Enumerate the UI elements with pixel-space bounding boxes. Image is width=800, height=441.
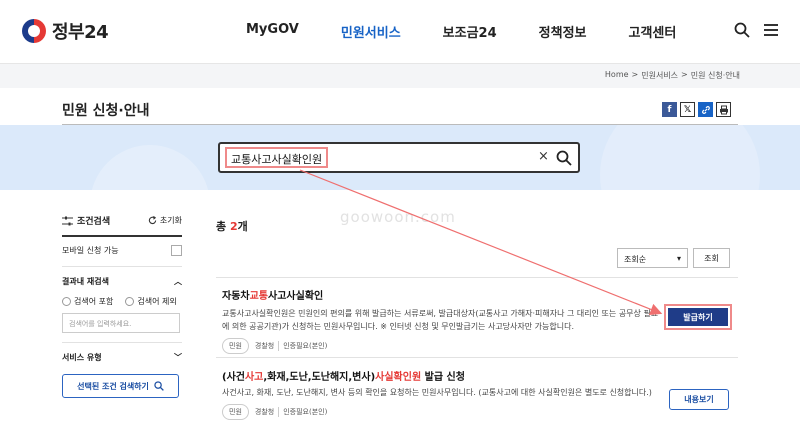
chevron-down-icon: ﹀ bbox=[174, 353, 182, 362]
sort-select[interactable]: 조회순 ▾ bbox=[617, 248, 688, 268]
tag-type: 민원 bbox=[222, 338, 249, 354]
nav-item-subsidy24[interactable]: 보조금24 bbox=[443, 22, 497, 41]
facebook-icon[interactable]: f bbox=[662, 102, 677, 117]
nav-item-policy-info[interactable]: 정책정보 bbox=[539, 22, 587, 41]
title-highlight: 사고 bbox=[244, 372, 264, 383]
view-details-button[interactable]: 내용보기 bbox=[669, 389, 729, 410]
band-decoration bbox=[600, 125, 760, 190]
count-prefix: 총 bbox=[216, 220, 230, 233]
filter-sliders-icon bbox=[62, 216, 73, 225]
refine-options: 검색어 포함 검색어 제외 bbox=[62, 296, 182, 307]
title-part: 자동차 bbox=[222, 291, 250, 302]
tag-auth: 인증필요(본인) bbox=[283, 408, 328, 416]
service-type-title: 서비스 유형 bbox=[62, 353, 102, 362]
exclude-label: 검색어 제외 bbox=[137, 297, 177, 306]
list-divider bbox=[216, 277, 738, 278]
count-number: 2 bbox=[229, 220, 238, 233]
tag-agency: 경찰청 bbox=[255, 407, 280, 417]
title-part: ,화재,도난,도난해지,변사) bbox=[263, 372, 376, 383]
result-tags: 민원 경찰청 인증필요(본인) bbox=[222, 338, 662, 354]
title-highlight: 교통 bbox=[249, 291, 269, 302]
share-tools: f 𝕏 bbox=[662, 102, 734, 117]
lookup-button[interactable]: 조회 bbox=[693, 248, 730, 268]
sort-value: 조회순 bbox=[624, 255, 647, 264]
list-divider bbox=[216, 357, 738, 358]
divider bbox=[62, 266, 182, 267]
site-header: 정부24 MyGOV 민원서비스 보조금24 정책정보 고객센터 bbox=[0, 0, 800, 64]
result-count: 총 2개 bbox=[216, 218, 248, 234]
reset-icon bbox=[148, 216, 157, 225]
breadcrumb-current: 민원 신청·안내 bbox=[690, 71, 740, 80]
title-part: 발급 신청 bbox=[421, 372, 465, 383]
gov24-logo[interactable]: 정부24 bbox=[22, 18, 109, 44]
exclude-radio[interactable] bbox=[125, 297, 135, 306]
breadcrumb-separator: > bbox=[681, 70, 688, 79]
civil-service-search-box[interactable]: 교통사고사실확인원 × bbox=[218, 142, 580, 173]
hamburger-menu-icon[interactable] bbox=[764, 24, 778, 36]
apply-filter-label: 선택된 조건 검색하기 bbox=[77, 381, 149, 391]
breadcrumb-home[interactable]: Home bbox=[605, 70, 629, 81]
result-item: 자동차교통사고사실확인 교통사고사실확인원은 민원인의 편의를 위해 발급하는 … bbox=[222, 287, 662, 354]
apply-filter-button[interactable]: 선택된 조건 검색하기 bbox=[62, 374, 179, 398]
reset-button[interactable]: 초기화 bbox=[148, 215, 182, 226]
result-description: 교통사고사실확인원은 민원인의 편의를 위해 발급하는 서류로써, 발급대상자(… bbox=[222, 309, 659, 331]
count-suffix: 개 bbox=[237, 220, 248, 233]
filter-header: 조건검색 초기화 bbox=[62, 214, 182, 237]
print-icon[interactable] bbox=[716, 102, 731, 117]
taegeuk-logo-icon bbox=[22, 19, 46, 43]
reset-label: 초기화 bbox=[159, 216, 182, 225]
filter-title-wrap: 조건검색 bbox=[62, 214, 110, 227]
band-decoration bbox=[90, 145, 210, 190]
nav-item-mygov[interactable]: MyGOV bbox=[246, 22, 299, 41]
nav-item-civil-service[interactable]: 민원서비스 bbox=[341, 22, 401, 41]
breadcrumb-bar: Home > 민원서비스 > 민원 신청·안내 bbox=[0, 64, 800, 88]
result-title[interactable]: 자동차교통사고사실확인 bbox=[222, 287, 662, 302]
search-input[interactable]: 교통사고사실확인원 bbox=[225, 147, 329, 168]
watermark: goowoon.com bbox=[340, 208, 456, 226]
breadcrumb: Home > 민원서비스 > 민원 신청·안내 bbox=[602, 70, 740, 81]
divider bbox=[62, 342, 182, 343]
include-option[interactable]: 검색어 포함 bbox=[62, 296, 113, 307]
include-label: 검색어 포함 bbox=[74, 297, 114, 306]
mobile-filter-label: 모바일 신청 가능 bbox=[62, 246, 119, 255]
include-radio[interactable] bbox=[62, 297, 71, 306]
page-title: 민원 신청·안내 bbox=[62, 103, 150, 119]
refine-search-input[interactable]: 검색어를 입력하세요. bbox=[62, 313, 180, 333]
chevron-down-icon: ▾ bbox=[676, 254, 681, 263]
mobile-filter-row: 모바일 신청 가능 bbox=[62, 245, 182, 256]
clear-search-icon[interactable]: × bbox=[538, 149, 549, 164]
result-tags: 민원 경찰청 인증필요(본인) bbox=[222, 404, 667, 420]
main-nav: MyGOV 민원서비스 보조금24 정책정보 고객센터 bbox=[246, 22, 718, 41]
issue-button[interactable]: 발급하기 bbox=[668, 308, 728, 326]
tag-auth: 인증필요(본인) bbox=[283, 342, 328, 350]
title-part: (사건 bbox=[222, 372, 245, 383]
issue-button-highlight: 발급하기 bbox=[664, 304, 732, 330]
breadcrumb-separator: > bbox=[631, 70, 639, 79]
chevron-up-icon: ︿ bbox=[174, 277, 182, 286]
exclude-option[interactable]: 검색어 제외 bbox=[125, 296, 177, 307]
result-description: 사건사고, 화재, 도난, 도난해지, 변사 등의 확인을 요청하는 민원사무입… bbox=[222, 388, 652, 397]
x-icon[interactable]: 𝕏 bbox=[680, 102, 695, 117]
filter-sidebar: 조건검색 초기화 모바일 신청 가능 결과내 재검색 ︿ 검색어 포함 검색어 … bbox=[62, 214, 182, 398]
result-item: (사건사고,화재,도난,도난해지,변사)사실확인원 발급 신청 사건사고, 화재… bbox=[222, 368, 667, 420]
tag-type: 민원 bbox=[222, 404, 249, 420]
title-part: 사고사실확인 bbox=[268, 291, 324, 302]
service-type-header[interactable]: 서비스 유형 ﹀ bbox=[62, 352, 182, 363]
nav-item-customer-center[interactable]: 고객센터 bbox=[629, 22, 677, 41]
breadcrumb-civil-service[interactable]: 민원서비스 bbox=[641, 70, 678, 81]
result-title[interactable]: (사건사고,화재,도난,도난해지,변사)사실확인원 발급 신청 bbox=[222, 368, 667, 383]
refine-header[interactable]: 결과내 재검색 ︿ bbox=[62, 276, 182, 287]
tag-agency: 경찰청 bbox=[255, 341, 280, 351]
logo-text: 정부24 bbox=[52, 22, 109, 43]
link-icon[interactable] bbox=[698, 102, 713, 117]
refine-title: 결과내 재검색 bbox=[62, 277, 109, 286]
mobile-filter-checkbox[interactable] bbox=[171, 245, 182, 256]
search-icon[interactable] bbox=[734, 22, 750, 38]
search-icon bbox=[154, 381, 164, 391]
search-submit-icon[interactable] bbox=[556, 150, 572, 166]
title-highlight: 사실확인원 bbox=[375, 372, 422, 383]
filter-title: 조건검색 bbox=[77, 217, 111, 227]
